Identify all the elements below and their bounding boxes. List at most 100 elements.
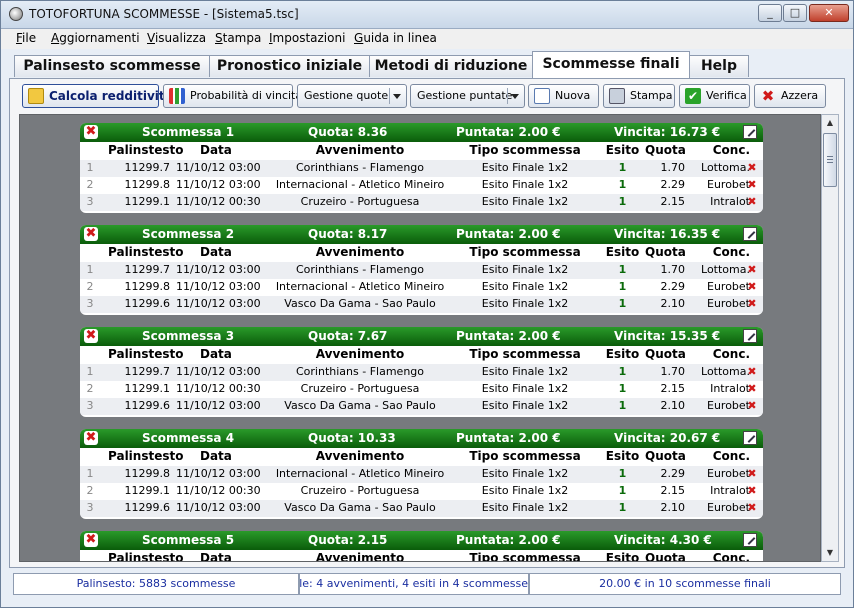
cell-p: 11299.7	[124, 263, 171, 276]
scroll-up-arrow-icon[interactable]: ▲	[822, 115, 838, 131]
coins-icon	[28, 88, 44, 104]
remove-row-icon[interactable]: ✖	[746, 195, 758, 208]
bet-card: ✖ Scommessa 4 Quota: 10.33 Puntata: 2.00 € V…	[80, 429, 763, 519]
scroll-thumb[interactable]	[823, 133, 837, 187]
cell-c: Eurobet	[707, 467, 750, 480]
bet-puntata: Puntata: 2.00 €	[456, 329, 561, 343]
bet-card: ✖ Scommessa 2 Quota: 8.17 Puntata: 2.00 € Vi…	[80, 225, 763, 315]
remove-row-icon[interactable]: ✖	[746, 263, 758, 276]
tab-help[interactable]: Help	[689, 55, 749, 77]
column-header-row: Palinstesto Data Avvenimento Tipo scommessa…	[80, 142, 763, 159]
table-row[interactable]: 2 11299.8 11/10/12 03:00 Internacional - At…	[80, 177, 763, 194]
remove-row-icon[interactable]: ✖	[746, 297, 758, 310]
cell-t: Esito Finale 1x2	[481, 365, 569, 378]
table-row[interactable]: 2 11299.1 11/10/12 00:30 Cruzeiro - Portugu…	[80, 381, 763, 398]
delete-bet-icon[interactable]: ✖	[84, 431, 98, 445]
cell-c: Intralot	[710, 484, 750, 497]
remove-row-icon[interactable]: ✖	[746, 467, 758, 480]
cell-a: Corinthians - Flamengo	[296, 161, 424, 174]
minimize-button[interactable]: _	[758, 4, 782, 22]
cell-e: 1	[618, 365, 627, 378]
table-row[interactable]: 3 11299.6 11/10/12 03:00 Vasco Da Gama - Sa…	[80, 296, 763, 313]
menu-guida-key: G	[354, 31, 364, 45]
menu-stampa[interactable]: Stampa	[215, 31, 261, 45]
cell-p: 11299.7	[124, 161, 171, 174]
tab-palinsesto[interactable]: Palinsesto scommesse	[14, 55, 210, 77]
table-row[interactable]: 1 11299.7 11/10/12 03:00 Corinthians - Flam…	[80, 364, 763, 381]
gestione-quote-dropdown[interactable]: Gestione quote	[297, 84, 407, 108]
table-row[interactable]: 3 11299.6 11/10/12 03:00 Vasco Da Gama - Sa…	[80, 500, 763, 517]
remove-row-icon[interactable]: ✖	[746, 178, 758, 191]
tab-metodi[interactable]: Metodi di riduzione	[369, 55, 533, 77]
tab-pronostico[interactable]: Pronostico iniziale	[209, 55, 370, 77]
table-row[interactable]: 3 11299.6 11/10/12 03:00 Vasco Da Gama - Sa…	[80, 398, 763, 415]
table-row[interactable]: 1 11299.7 11/10/12 03:00 Corinthians - Flam…	[80, 160, 763, 177]
menu-impostazioni-label: mpostazioni	[272, 31, 346, 45]
cell-t: Esito Finale 1x2	[481, 484, 569, 497]
delete-bet-icon[interactable]: ✖	[84, 533, 98, 547]
edit-icon[interactable]	[743, 125, 757, 139]
edit-icon[interactable]	[743, 227, 757, 241]
remove-row-icon[interactable]: ✖	[746, 484, 758, 497]
table-row[interactable]: 1 11299.7 11/10/12 03:00 Corinthians - Flam…	[80, 262, 763, 279]
maximize-button[interactable]: □	[783, 4, 807, 22]
grip-line	[827, 162, 833, 163]
cell-e: 1	[618, 161, 627, 174]
cell-e: 1	[618, 382, 627, 395]
table-row[interactable]: 1 11299.8 11/10/12 03:00 Internacional - At…	[80, 466, 763, 483]
delete-bet-icon[interactable]: ✖	[84, 125, 98, 139]
table-row[interactable]: 2 11299.1 11/10/12 00:30 Cruzeiro - Portugu…	[80, 483, 763, 500]
title-bar[interactable]: TOTOFORTUNA SCOMMESSE - [Sistema5.tsc] _…	[1, 1, 853, 29]
col-quota: Quota	[645, 245, 686, 259]
toolbar: Calcola redditività Probabilità di vinci…	[13, 84, 843, 110]
col-avvenimento: Avvenimento	[315, 143, 405, 157]
cell-d: 11/10/12 00:30	[176, 195, 261, 208]
status-pronostico: Pronostico iniziale: 4 avvenimenti, 4 es…	[299, 573, 529, 595]
remove-row-icon[interactable]: ✖	[746, 501, 758, 514]
vertical-scrollbar[interactable]: ▲ ▼	[821, 114, 839, 562]
table-row[interactable]: 2 11299.8 11/10/12 03:00 Internacional - At…	[80, 279, 763, 296]
probabilita-button[interactable]: Probabilità di vincita	[163, 84, 302, 108]
delete-bet-icon[interactable]: ✖	[84, 329, 98, 343]
delete-bet-icon[interactable]: ✖	[84, 227, 98, 241]
remove-row-icon[interactable]: ✖	[746, 399, 758, 412]
tab-scommesse-finali[interactable]: Scommesse finali	[532, 51, 690, 78]
cell-t: Esito Finale 1x2	[481, 195, 569, 208]
bets-list[interactable]: ✖ Scommessa 1 Quota: 8.36 Puntata: 2.00 € Vi…	[19, 114, 821, 562]
cell-d: 11/10/12 03:00	[176, 365, 261, 378]
bet-header: ✖ Scommessa 2 Quota: 8.17 Puntata: 2.00 € Vi…	[80, 225, 763, 244]
bet-quota: Quota: 7.67	[308, 329, 388, 343]
edit-icon[interactable]	[743, 431, 757, 445]
remove-row-icon[interactable]: ✖	[746, 280, 758, 293]
stampa-button[interactable]: Stampa	[603, 84, 675, 108]
col-esito: Esito	[605, 449, 640, 463]
azzera-button[interactable]: ✖ Azzera	[754, 84, 826, 108]
menu-visualizza[interactable]: Visualizza	[147, 31, 206, 45]
bet-title: Scommessa 2	[142, 227, 235, 241]
verifica-button[interactable]: ✔ Verifica	[679, 84, 750, 108]
cell-c: Eurobet	[707, 280, 750, 293]
calcola-redditivita-button[interactable]: Calcola redditività	[22, 84, 173, 108]
checkmark-icon: ✔	[685, 88, 701, 104]
edit-icon[interactable]	[743, 329, 757, 343]
cell-c: Lottoma.	[701, 365, 750, 378]
column-header-row: Palinstesto Data Avvenimento Tipo scommessa…	[80, 448, 763, 465]
menu-impostazioni[interactable]: Impostazioni	[269, 31, 345, 45]
close-button[interactable]: ✕	[809, 4, 849, 22]
nuova-button[interactable]: Nuova	[528, 84, 599, 108]
table-row[interactable]: 3 11299.1 11/10/12 00:30 Cruzeiro - Portugu…	[80, 194, 763, 211]
remove-row-icon[interactable]: ✖	[746, 365, 758, 378]
menu-file[interactable]: File	[16, 31, 36, 45]
menu-guida[interactable]: Guida in linea	[354, 31, 437, 45]
gestione-puntate-label: Gestione puntate	[417, 89, 513, 102]
edit-icon[interactable]	[743, 533, 757, 547]
bet-title: Scommessa 5	[142, 533, 235, 547]
remove-row-icon[interactable]: ✖	[746, 382, 758, 395]
gestione-puntate-dropdown[interactable]: Gestione puntate	[410, 84, 525, 108]
row-number: 3	[86, 399, 94, 412]
scroll-down-arrow-icon[interactable]: ▼	[822, 545, 838, 561]
remove-row-icon[interactable]: ✖	[746, 161, 758, 174]
col-tipo: Tipo scommessa	[469, 449, 581, 463]
menu-aggiornamenti[interactable]: Aggiornamenti	[51, 31, 140, 45]
cell-q: 2.10	[660, 297, 686, 310]
